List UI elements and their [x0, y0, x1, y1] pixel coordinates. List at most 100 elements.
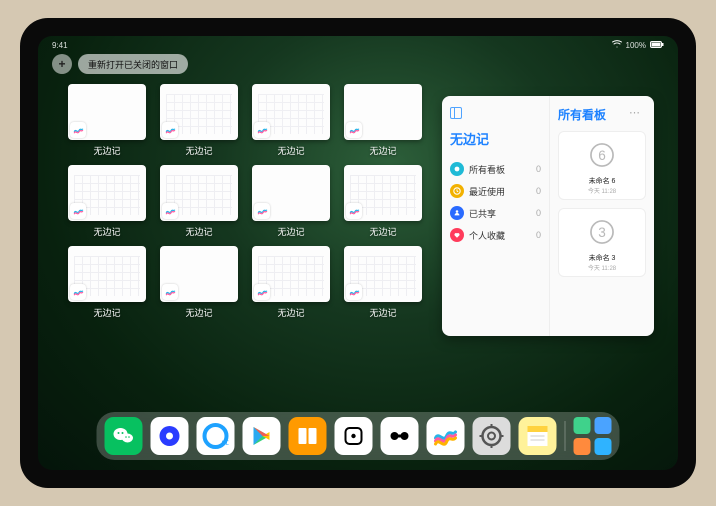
window-thumbnail[interactable]: 无边记: [68, 246, 146, 319]
board-meta: 今天 11:28: [588, 186, 616, 195]
window-label: 无边记: [185, 225, 212, 238]
dock-app-quark[interactable]: [151, 417, 189, 455]
freeform-icon: [162, 203, 178, 219]
freeform-icon: [254, 284, 270, 300]
window-label: 无边记: [93, 306, 120, 319]
category-label: 已共享: [469, 207, 496, 220]
plus-icon: +: [58, 57, 65, 71]
panel-categories: ⋯ 无边记 所有看板 0 最近使用 0 已共享 0 个人收藏 0: [442, 96, 550, 336]
dock-app-play[interactable]: [243, 417, 281, 455]
screen: 9:41 100% + 重新打开已关闭的窗口 无边记: [38, 36, 678, 470]
wifi-icon: [612, 40, 622, 50]
freeform-icon: [70, 203, 86, 219]
status-bar: 9:41 100%: [38, 40, 678, 50]
window-controls: + 重新打开已关闭的窗口: [52, 54, 188, 74]
dock-app-dice[interactable]: [335, 417, 373, 455]
category-icon: [450, 184, 464, 198]
window-thumbnail[interactable]: 无边记: [344, 165, 422, 238]
dock-app-freeform[interactable]: [427, 417, 465, 455]
more-options-icon[interactable]: ⋯: [629, 106, 641, 119]
category-label: 个人收藏: [469, 229, 505, 242]
dock-app-settings[interactable]: [473, 417, 511, 455]
freeform-icon: [70, 284, 86, 300]
board-preview: 3: [578, 213, 626, 251]
board-meta: 今天 11:28: [588, 263, 616, 272]
panel-boards: 所有看板 6 未命名 6 今天 11:28 3 未命名 3 今天 11:28: [550, 96, 654, 336]
window-label: 无边记: [369, 306, 396, 319]
window-thumbnail[interactable]: 无边记: [68, 84, 146, 157]
freeform-icon: [346, 122, 362, 138]
category-row[interactable]: 最近使用 0: [450, 180, 541, 202]
window-preview: [252, 246, 330, 302]
window-thumbnail[interactable]: 无边记: [160, 84, 238, 157]
window-thumbnail[interactable]: 无边记: [68, 165, 146, 238]
board-name: 未命名 3: [589, 253, 616, 263]
category-icon: [450, 228, 464, 242]
add-window-button[interactable]: +: [52, 54, 72, 74]
category-row[interactable]: 已共享 0: [450, 202, 541, 224]
dock-app-connect[interactable]: [381, 417, 419, 455]
app-library-icon[interactable]: [574, 417, 612, 455]
window-preview: [160, 246, 238, 302]
freeform-icon: [346, 284, 362, 300]
dock-app-browser[interactable]: HD: [197, 417, 235, 455]
ipad-device: 9:41 100% + 重新打开已关闭的窗口 无边记: [20, 18, 696, 488]
board-item[interactable]: 6 未命名 6 今天 11:28: [558, 131, 646, 200]
window-thumbnail[interactable]: 无边记: [252, 246, 330, 319]
window-preview: [252, 165, 330, 221]
window-preview: [344, 165, 422, 221]
dock: HD: [97, 412, 620, 460]
window-label: 无边记: [277, 306, 304, 319]
sidebar-panel: ⋯ 无边记 所有看板 0 最近使用 0 已共享 0 个人收藏 0 所有看板: [442, 96, 654, 336]
window-preview: [252, 84, 330, 140]
window-label: 无边记: [185, 306, 212, 319]
svg-text:6: 6: [598, 148, 606, 163]
sidebar-toggle-icon[interactable]: [450, 107, 462, 119]
dock-app-notes[interactable]: [519, 417, 557, 455]
category-row[interactable]: 个人收藏 0: [450, 224, 541, 246]
freeform-icon: [346, 203, 362, 219]
window-label: 无边记: [185, 144, 212, 157]
dock-app-books[interactable]: [289, 417, 327, 455]
window-preview: [160, 165, 238, 221]
category-label: 最近使用: [469, 185, 505, 198]
category-icon: [450, 162, 464, 176]
reopen-closed-button[interactable]: 重新打开已关闭的窗口: [78, 54, 188, 74]
board-name: 未命名 6: [589, 176, 616, 186]
window-thumbnail[interactable]: 无边记: [252, 165, 330, 238]
window-label: 无边记: [277, 144, 304, 157]
freeform-icon: [70, 122, 86, 138]
window-thumbnail[interactable]: 无边记: [160, 246, 238, 319]
freeform-icon: [254, 203, 270, 219]
board-preview: 6: [578, 136, 626, 174]
window-preview: [68, 165, 146, 221]
window-thumbnail[interactable]: 无边记: [344, 84, 422, 157]
category-count: 0: [536, 186, 541, 196]
reopen-label: 重新打开已关闭的窗口: [88, 58, 178, 71]
window-preview: [68, 84, 146, 140]
window-preview: [344, 246, 422, 302]
dock-separator: [565, 421, 566, 451]
window-thumbnail[interactable]: 无边记: [344, 246, 422, 319]
window-thumbnail[interactable]: 无边记: [160, 165, 238, 238]
board-item[interactable]: 3 未命名 3 今天 11:28: [558, 208, 646, 277]
battery-label: 100%: [626, 41, 646, 50]
window-label: 无边记: [369, 225, 396, 238]
svg-text:3: 3: [598, 225, 606, 240]
battery-icon: [650, 41, 664, 50]
freeform-icon: [162, 122, 178, 138]
window-thumbnail[interactable]: 无边记: [252, 84, 330, 157]
open-windows-grid: 无边记 无边记 无边记 无边记 无边记 无边记 无边记 无边记: [68, 84, 428, 319]
window-preview: [160, 84, 238, 140]
window-label: 无边记: [93, 144, 120, 157]
panel-title: 无边记: [450, 129, 541, 148]
status-time: 9:41: [52, 41, 68, 50]
category-row[interactable]: 所有看板 0: [450, 158, 541, 180]
freeform-icon: [254, 122, 270, 138]
dock-app-wechat[interactable]: [105, 417, 143, 455]
category-count: 0: [536, 164, 541, 174]
window-label: 无边记: [93, 225, 120, 238]
category-label: 所有看板: [469, 163, 505, 176]
window-preview: [344, 84, 422, 140]
window-label: 无边记: [277, 225, 304, 238]
